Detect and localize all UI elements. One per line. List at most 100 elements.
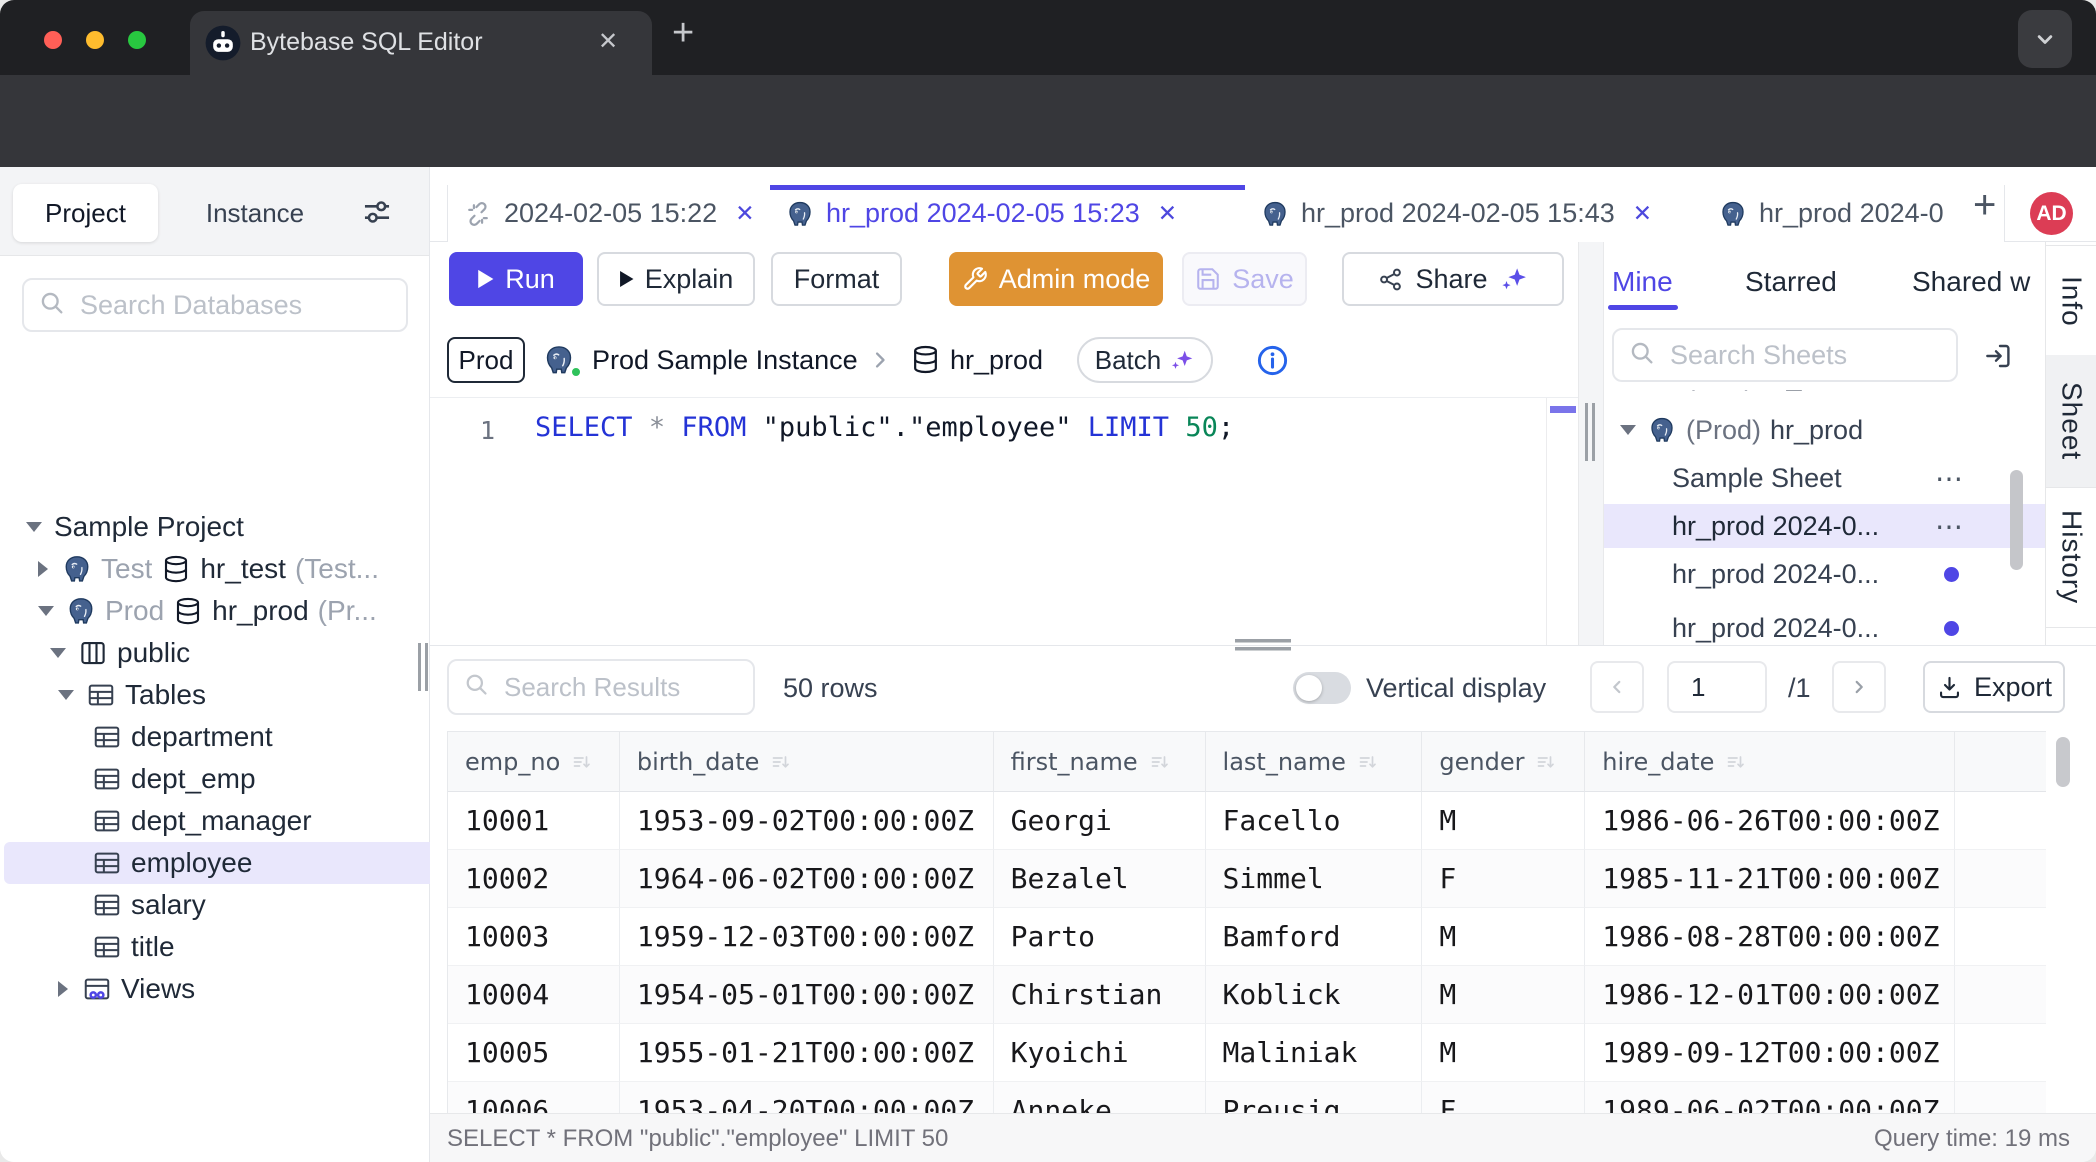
window-zoom-button[interactable] [128,31,146,49]
tree-expand-icon[interactable] [50,648,66,658]
query-tab[interactable]: hr_prod 2024-02-05 15:23✕ [770,185,1278,242]
sheet-list-item[interactable]: (Test)hr_test [1604,390,2045,398]
table-row[interactable]: 100061953-04-20T00:00:00ZAnnekePreusigF1… [448,1082,2046,1115]
batch-button[interactable]: Batch [1077,337,1213,383]
tree-item[interactable]: Prodhr_prod(Pr... [4,590,430,632]
results-scrollbar[interactable] [2056,737,2070,787]
new-browser-tab-button[interactable]: + [672,12,694,55]
column-header-gender[interactable]: gender [1422,732,1585,792]
close-tab-icon[interactable]: ✕ [1633,200,1652,227]
close-tab-icon[interactable]: ✕ [1158,200,1177,227]
run-button[interactable]: Run [449,252,583,306]
sheet-list-item[interactable]: (Prod)hr_prod [1604,408,2045,452]
sheet-group-env: (Prod) [1686,415,1761,446]
database-icon [910,344,941,380]
table-header-row: emp_nobirth_datefirst_namelast_namegende… [448,732,2046,792]
sort-icon [1724,750,1748,774]
environment-chip[interactable]: Prod [447,337,525,383]
sheet-list-scrollbar[interactable] [2010,470,2023,570]
window-minimize-button[interactable] [86,31,104,49]
sheet-search[interactable] [1612,328,1958,382]
close-tab-icon[interactable]: ✕ [735,200,754,227]
sheet-list-item[interactable]: hr_prod 2024-0... [1604,552,2045,596]
tree-collapse-icon[interactable] [38,561,48,577]
tree-item[interactable]: title [4,926,430,968]
table-cell: 1959-12-03T00:00:00Z [620,908,994,966]
tree-item[interactable]: department [4,716,430,758]
column-header-first_name[interactable]: first_name [994,732,1206,792]
tree-item[interactable]: Views [4,968,430,1010]
sheet-menu-icon[interactable]: ⋯ [1935,510,1965,543]
side-tab-sheet[interactable]: Sheet [2046,355,2096,488]
export-button[interactable]: Export [1923,661,2065,713]
sheet-list-item[interactable]: hr_prod 2024-0... [1604,606,2045,645]
browser-tab[interactable]: Bytebase SQL Editor ✕ [190,11,652,75]
tree-item[interactable]: public [4,632,430,674]
results-search[interactable] [447,659,755,715]
column-header-hire_date[interactable]: hire_date [1585,732,1955,792]
sidebar-resize-handle[interactable] [418,643,430,696]
info-icon[interactable] [1255,343,1290,383]
column-header-birth_date[interactable]: birth_date [620,732,994,792]
tree-item[interactable]: dept_emp [4,758,430,800]
tree-item-label: title [131,931,175,963]
side-tab-info[interactable]: Info [2046,245,2096,357]
window-close-button[interactable] [44,31,62,49]
table-cell: 10002 [448,850,620,908]
column-header-last_name[interactable]: last_name [1206,732,1423,792]
tree-item[interactable]: salary [4,884,430,926]
sheet-list-item[interactable]: Sample Sheet⋯ [1604,456,2045,500]
results-search-input[interactable] [502,671,739,704]
tree-expand-icon[interactable] [26,522,42,532]
next-page-button[interactable] [1832,661,1886,713]
tree-item[interactable]: Testhr_test(Test... [4,548,430,590]
table-row[interactable]: 100021964-06-02T00:00:00ZBezalelSimmelF1… [448,850,2046,908]
browser-tab-close-icon[interactable]: ✕ [598,27,618,56]
panel-resize-handle[interactable] [1585,403,1597,466]
table-row[interactable]: 100041954-05-01T00:00:00ZChirstianKoblic… [448,966,2046,1024]
import-icon[interactable] [1982,340,2014,377]
table-row[interactable]: 100031959-12-03T00:00:00ZPartoBamfordM19… [448,908,2046,966]
sheet-tab-shared[interactable]: Shared w [1912,266,2030,298]
instance-name[interactable]: Prod Sample Instance [592,345,858,376]
add-query-tab-button[interactable]: + [1973,183,1996,228]
tree-expand-icon[interactable] [38,606,54,616]
vertical-display-toggle[interactable] [1293,672,1351,704]
database-name[interactable]: hr_prod [950,345,1043,376]
tab-search-chevron-icon[interactable] [2018,10,2072,68]
side-tab-history[interactable]: History [2046,487,2096,628]
tree-item[interactable]: employee [4,842,430,884]
sheet-menu-icon[interactable]: ⋯ [1935,462,1965,495]
query-tab[interactable]: 2024-02-05 15:22✕ [447,185,804,242]
tree-item[interactable]: Sample Project [4,506,430,548]
tree-collapse-icon[interactable] [58,981,68,997]
page-number-field[interactable] [1689,671,1753,704]
table-row[interactable]: 100011953-09-02T00:00:00ZGeorgiFacelloM1… [448,792,2046,850]
save-icon [1195,266,1221,292]
tree-expand-icon[interactable] [1620,425,1636,435]
save-button[interactable]: Save [1182,252,1307,306]
sheet-list-item[interactable]: hr_prod 2024-0...⋯ [1604,504,2045,548]
unlink-icon [464,200,492,228]
sheet-tab-mine[interactable]: Mine [1612,266,1673,298]
code-editor[interactable]: 1 SELECT * FROM "public"."employee" LIMI… [430,398,1578,645]
table-cell: 1964-06-02T00:00:00Z [620,850,994,908]
tree-expand-icon[interactable] [58,690,74,700]
avatar[interactable]: AD [2030,192,2073,235]
page-number-input[interactable] [1667,661,1767,713]
explain-button[interactable]: Explain [597,252,755,306]
table-row[interactable]: 100051955-01-21T00:00:00ZKyoichiMaliniak… [448,1024,2046,1082]
sheet-search-input[interactable] [1668,339,1942,372]
results-resize-handle[interactable] [1235,639,1291,658]
share-button[interactable]: Share [1342,252,1564,306]
sheet-tab-starred[interactable]: Starred [1745,266,1837,298]
tree-item[interactable]: Tables [4,674,430,716]
format-button[interactable]: Format [771,252,902,306]
tree-item[interactable]: dept_manager [4,800,430,842]
column-header-emp_no[interactable]: emp_no [448,732,620,792]
admin-mode-button[interactable]: Admin mode [949,252,1163,306]
query-tab[interactable]: hr_prod 2024-0 [1703,185,2005,242]
prev-page-button[interactable] [1590,661,1644,713]
query-tab[interactable]: hr_prod 2024-02-05 15:43✕ [1245,185,1736,242]
table-cell: Kyoichi [994,1024,1206,1082]
